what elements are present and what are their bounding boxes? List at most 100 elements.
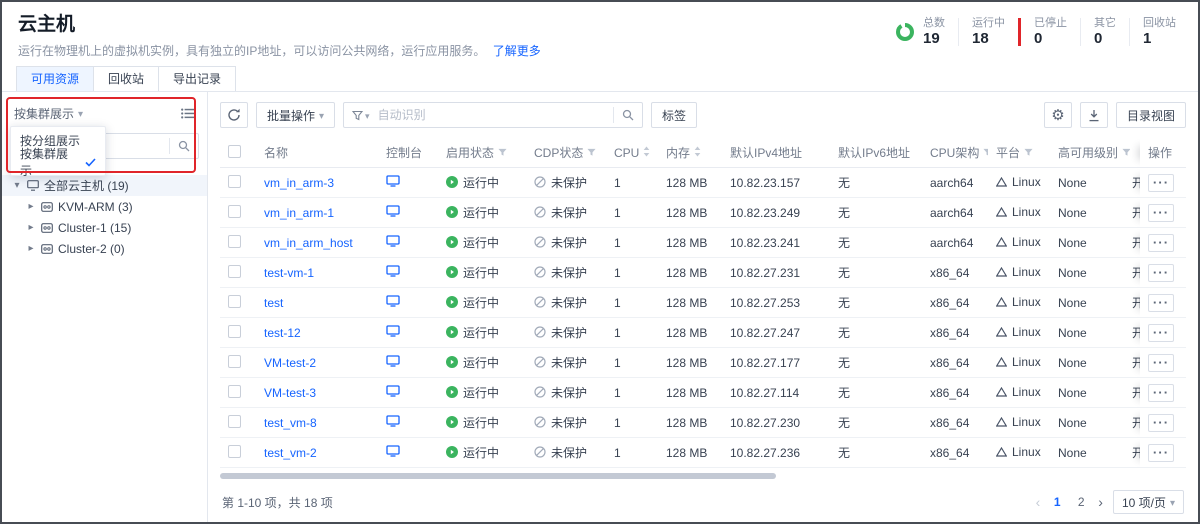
vm-name-link[interactable]: test_vm-8 (264, 416, 317, 430)
filter-icon[interactable] (498, 146, 507, 160)
tree-item[interactable]: ▸ Cluster-2 (0) (2, 238, 207, 259)
cpu-arch-value: x86_64 (922, 318, 988, 348)
column-header[interactable]: 高可用级别 (1050, 138, 1130, 168)
batch-actions-button[interactable]: 批量操作 (256, 102, 335, 128)
filter-icon[interactable] (587, 146, 596, 160)
column-header[interactable]: 内存 (658, 138, 722, 168)
vm-name-link[interactable]: test-vm-1 (264, 266, 314, 280)
console-icon[interactable] (386, 445, 400, 457)
console-icon[interactable] (386, 325, 400, 337)
tab[interactable]: 回收站 (93, 66, 159, 91)
row-actions-button[interactable] (1148, 174, 1174, 192)
scrollbar-thumb[interactable] (220, 473, 776, 479)
tree-caret-icon[interactable]: ▸ (26, 222, 36, 233)
tree-caret-icon[interactable]: ▾ (12, 180, 22, 191)
console-icon[interactable] (386, 355, 400, 367)
row-actions-button[interactable] (1148, 234, 1174, 252)
console-icon[interactable] (386, 235, 400, 247)
vm-name-link[interactable]: VM-test-2 (264, 356, 316, 370)
status-text: 运行中 (463, 204, 499, 221)
ha-level-value: None (1050, 348, 1130, 378)
vm-name-link[interactable]: test_vm-2 (264, 446, 317, 460)
row-actions-button[interactable] (1148, 384, 1174, 402)
vm-name-link[interactable]: vm_in_arm-1 (264, 206, 334, 220)
search-icon[interactable] (170, 140, 198, 152)
view-mode-label: 按集群展示 (14, 105, 74, 122)
cluster-icon (41, 202, 53, 212)
prev-page-button[interactable]: ‹ (1036, 494, 1041, 510)
column-header[interactable]: CPU (606, 138, 658, 168)
tag-button[interactable]: 标签 (651, 102, 697, 128)
filter-icon[interactable] (1024, 146, 1033, 160)
row-actions-button[interactable] (1148, 294, 1174, 312)
next-page-button[interactable]: › (1098, 494, 1103, 510)
learn-more-link[interactable]: 了解更多 (493, 44, 541, 58)
column-header[interactable]: 启用状态 (438, 138, 526, 168)
row-checkbox[interactable] (228, 445, 241, 458)
refresh-button[interactable] (220, 102, 248, 128)
console-icon[interactable] (386, 205, 400, 217)
sort-icon[interactable] (694, 146, 701, 160)
row-actions-button[interactable] (1148, 324, 1174, 342)
row-checkbox[interactable] (228, 415, 241, 428)
row-actions-button[interactable] (1148, 414, 1174, 432)
row-checkbox[interactable] (228, 265, 241, 278)
column-header[interactable]: 控制台 (378, 138, 438, 168)
console-icon[interactable] (386, 385, 400, 397)
row-checkbox[interactable] (228, 355, 241, 368)
page-number[interactable]: 1 (1050, 495, 1064, 509)
view-mode-option[interactable]: 按集群展示 (11, 151, 105, 173)
vm-name-link[interactable]: vm_in_arm-3 (264, 176, 334, 190)
running-status-icon (446, 326, 458, 338)
page-number[interactable]: 2 (1074, 495, 1088, 509)
table-search-input[interactable] (370, 108, 613, 122)
row-checkbox[interactable] (228, 205, 241, 218)
row-actions-button[interactable] (1148, 444, 1174, 462)
row-checkbox[interactable] (228, 235, 241, 248)
console-icon[interactable] (386, 265, 400, 277)
vm-name-link[interactable]: test-12 (264, 326, 301, 340)
row-checkbox[interactable] (228, 325, 241, 338)
export-button[interactable] (1080, 102, 1108, 128)
ipv4-address: 10.82.27.247 (722, 318, 830, 348)
directory-view-button[interactable]: 目录视图 (1116, 102, 1186, 128)
tab[interactable]: 可用资源 (16, 66, 94, 91)
display-settings-icon[interactable] (181, 108, 195, 119)
console-icon[interactable] (386, 295, 400, 307)
column-header[interactable]: 默认IPv6地址 (830, 138, 922, 168)
sort-icon[interactable] (643, 146, 650, 160)
ipv6-address: 无 (830, 258, 922, 288)
memory-value: 128 MB (658, 318, 722, 348)
column-header[interactable]: CPU架构 (922, 138, 988, 168)
row-checkbox[interactable] (228, 385, 241, 398)
tree-item[interactable]: ▸ Cluster-1 (15) (2, 217, 207, 238)
settings-button[interactable]: ⚙ (1044, 102, 1072, 128)
view-mode-selector[interactable]: 按集群展示 (14, 105, 83, 122)
filter-icon[interactable] (983, 146, 988, 160)
horizontal-scrollbar[interactable] (220, 471, 1186, 481)
unprotected-icon (534, 356, 546, 368)
column-header[interactable]: 默认IPv4地址 (722, 138, 830, 168)
console-icon[interactable] (386, 415, 400, 427)
tree-caret-icon[interactable]: ▸ (26, 201, 36, 212)
row-checkbox[interactable] (228, 175, 241, 188)
select-all-checkbox[interactable] (228, 145, 241, 158)
search-icon[interactable] (614, 109, 642, 121)
row-actions-button[interactable] (1148, 204, 1174, 222)
page-size-select[interactable]: 10 项/页 (1113, 490, 1184, 514)
tab[interactable]: 导出记录 (158, 66, 236, 91)
row-actions-button[interactable] (1148, 264, 1174, 282)
vm-name-link[interactable]: vm_in_arm_host (264, 236, 353, 250)
column-header[interactable]: CDP状态 (526, 138, 606, 168)
column-header[interactable]: 名称 (256, 138, 378, 168)
column-header[interactable]: 平台 (988, 138, 1050, 168)
console-icon[interactable] (386, 175, 400, 187)
row-checkbox[interactable] (228, 295, 241, 308)
filter-type-icon[interactable] (352, 110, 363, 121)
filter-icon[interactable] (1122, 146, 1130, 160)
vm-name-link[interactable]: VM-test-3 (264, 386, 316, 400)
tree-caret-icon[interactable]: ▸ (26, 243, 36, 254)
vm-name-link[interactable]: test (264, 296, 283, 310)
row-actions-button[interactable] (1148, 354, 1174, 372)
tree-item[interactable]: ▸ KVM-ARM (3) (2, 196, 207, 217)
